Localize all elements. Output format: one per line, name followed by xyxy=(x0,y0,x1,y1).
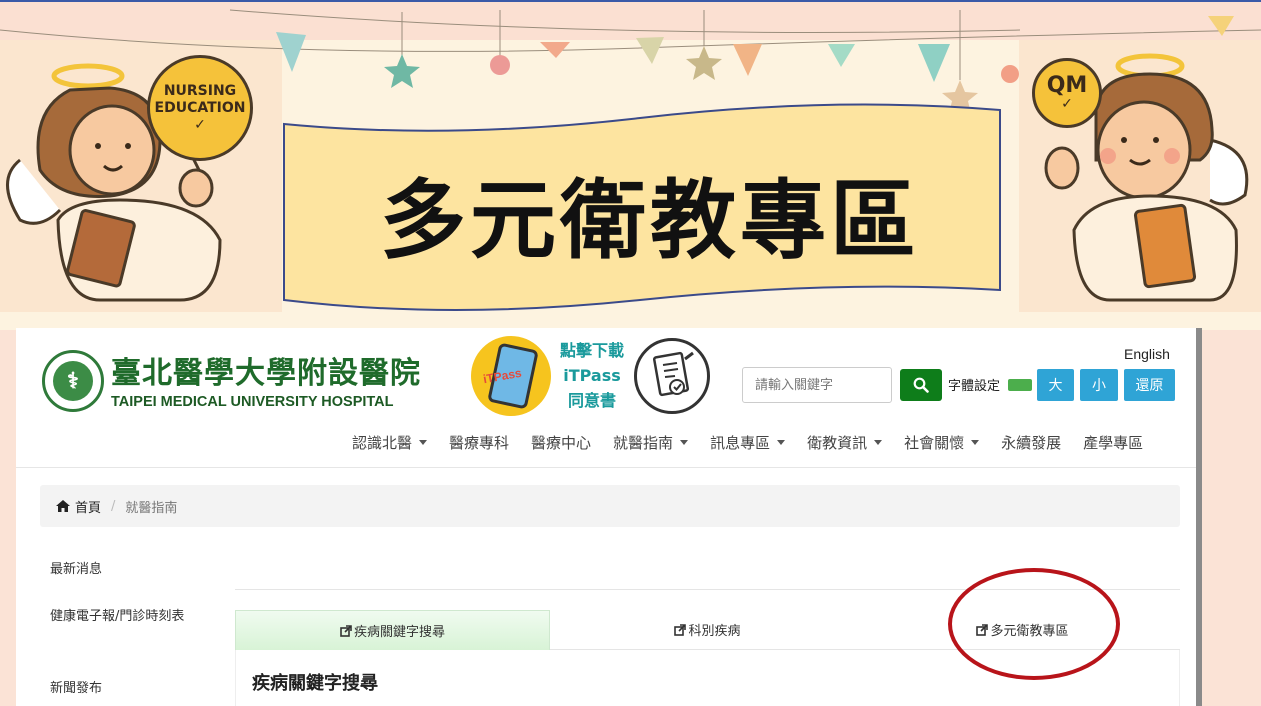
tab-disease-keyword-search[interactable]: 疾病關鍵字搜尋 xyxy=(235,610,550,650)
font-small-button[interactable]: 小 xyxy=(1080,369,1118,401)
nav-label: 衛教資訊 xyxy=(807,433,868,452)
sidebar-item-press[interactable]: 新聞發布 xyxy=(50,677,200,701)
nav-label: 就醫指南 xyxy=(613,433,674,452)
badge-line: EDUCATION xyxy=(154,99,246,116)
clipboard xyxy=(1133,203,1197,289)
nursing-education-badge: NURSING EDUCATION ✓ xyxy=(147,55,253,161)
panel-title: 疾病關鍵字搜尋 xyxy=(252,673,378,694)
bunting-flag xyxy=(918,44,950,82)
tab-label: 科別疾病 xyxy=(688,624,741,639)
caret-down-icon xyxy=(419,439,428,445)
search-button[interactable] xyxy=(900,369,942,401)
font-size-indicator xyxy=(1008,379,1032,391)
star-ornament xyxy=(686,46,722,80)
english-link[interactable]: English xyxy=(1124,346,1170,362)
badge-line: NURSING xyxy=(163,82,237,99)
nav-item-sustainability[interactable]: 永續發展 xyxy=(1001,430,1061,454)
itpass-line: 點擊下載 xyxy=(559,341,624,360)
nav-item-about[interactable]: 認識北醫 xyxy=(352,430,428,454)
nav-item-specialties[interactable]: 醫療專科 xyxy=(449,430,509,454)
itpass-download-link[interactable]: 點擊下載 iTPass 同意書 xyxy=(552,338,632,413)
search-input[interactable] xyxy=(742,367,892,403)
external-link-icon xyxy=(340,624,352,637)
hero-banner: NURSING EDUCATION ✓ QM ✓ 多元衛教專區 xyxy=(0,0,1261,330)
nav-label: 認識北醫 xyxy=(352,433,413,452)
hospital-name-en[interactable]: TAIPEI MEDICAL UNIVERSITY HOSPITAL xyxy=(111,394,394,410)
itpass-line: 同意書 xyxy=(567,391,616,410)
nav-item-news[interactable]: 訊息專區 xyxy=(710,430,786,454)
font-large-button[interactable]: 大 xyxy=(1037,369,1074,401)
itpass-line: iTPass xyxy=(563,366,621,385)
logo-emblem-core: ⚕ xyxy=(53,361,93,401)
badge-text: QM xyxy=(1046,73,1088,98)
star-ornament xyxy=(384,54,420,88)
font-reset-button[interactable]: 還原 xyxy=(1124,369,1175,401)
check-icon: ✓ xyxy=(194,116,206,133)
bunting-flag xyxy=(276,32,306,72)
banner-title: 多元衛教專區 xyxy=(380,171,920,271)
sidebar-item-latest-news[interactable]: 最新消息 xyxy=(50,558,200,582)
halo xyxy=(51,63,125,89)
qm-badge: QM ✓ xyxy=(1032,58,1102,128)
caret-down-icon xyxy=(680,439,689,445)
nav-label: 醫療中心 xyxy=(531,433,592,452)
itpass-app-icon[interactable]: iTPass xyxy=(471,336,551,416)
font-setting-label: 字體設定 xyxy=(948,379,1001,394)
tab-department-diseases[interactable]: 科別疾病 xyxy=(550,610,865,650)
nav-item-health-education[interactable]: 衛教資訊 xyxy=(807,430,883,454)
caret-down-icon xyxy=(971,439,980,445)
bunting-flag xyxy=(636,37,664,64)
nav-label: 訊息專區 xyxy=(710,433,771,452)
bunting-flag xyxy=(1208,16,1234,36)
consent-document-icon[interactable] xyxy=(634,338,710,414)
bunting-flag xyxy=(828,44,855,67)
search-icon xyxy=(913,377,929,393)
site-header: ⚕ 臺北醫學大學附設醫院 TAIPEI MEDICAL UNIVERSITY H… xyxy=(16,328,1196,468)
breadcrumb-current: 就醫指南 xyxy=(125,500,178,516)
ball-ornament xyxy=(490,55,510,75)
sidebar-item-newsletter[interactable]: 健康電子報/門診時刻表 xyxy=(50,605,190,629)
breadcrumb-home-label: 首頁 xyxy=(75,500,102,516)
breadcrumb-home[interactable]: 首頁 xyxy=(56,497,101,516)
caret-down-icon xyxy=(777,439,786,445)
nav-label: 社會關懷 xyxy=(904,433,965,452)
nav-item-centers[interactable]: 醫療中心 xyxy=(531,430,591,454)
check-icon: ✓ xyxy=(1061,96,1073,112)
nav-label: 醫療專科 xyxy=(449,433,510,452)
nav-item-industry[interactable]: 產學專區 xyxy=(1083,430,1143,454)
home-icon xyxy=(56,500,70,512)
main-nav: 認識北醫 醫療專科 醫療中心 就醫指南 訊息專區 衛教資訊 社會關懷 永續發展 … xyxy=(352,430,1143,454)
breadcrumb: 首頁 / 就醫指南 xyxy=(40,485,1180,527)
nav-item-social-care[interactable]: 社會關懷 xyxy=(904,430,980,454)
tab-label: 疾病關鍵字搜尋 xyxy=(353,625,445,640)
highlight-circle-annotation xyxy=(948,568,1120,680)
caret-down-icon xyxy=(874,439,883,445)
nav-item-guide[interactable]: 就醫指南 xyxy=(613,430,689,454)
nav-label: 永續發展 xyxy=(1001,433,1062,452)
angel-face xyxy=(68,104,156,196)
nav-label: 產學專區 xyxy=(1083,433,1144,452)
ball-ornament xyxy=(1001,65,1019,83)
external-link-icon xyxy=(674,623,687,636)
hospital-name-cn[interactable]: 臺北醫學大學附設醫院 xyxy=(111,348,421,392)
hospital-logo-icon[interactable]: ⚕ xyxy=(42,350,104,412)
bunting-flag xyxy=(733,44,762,76)
breadcrumb-separator: / xyxy=(111,498,116,514)
